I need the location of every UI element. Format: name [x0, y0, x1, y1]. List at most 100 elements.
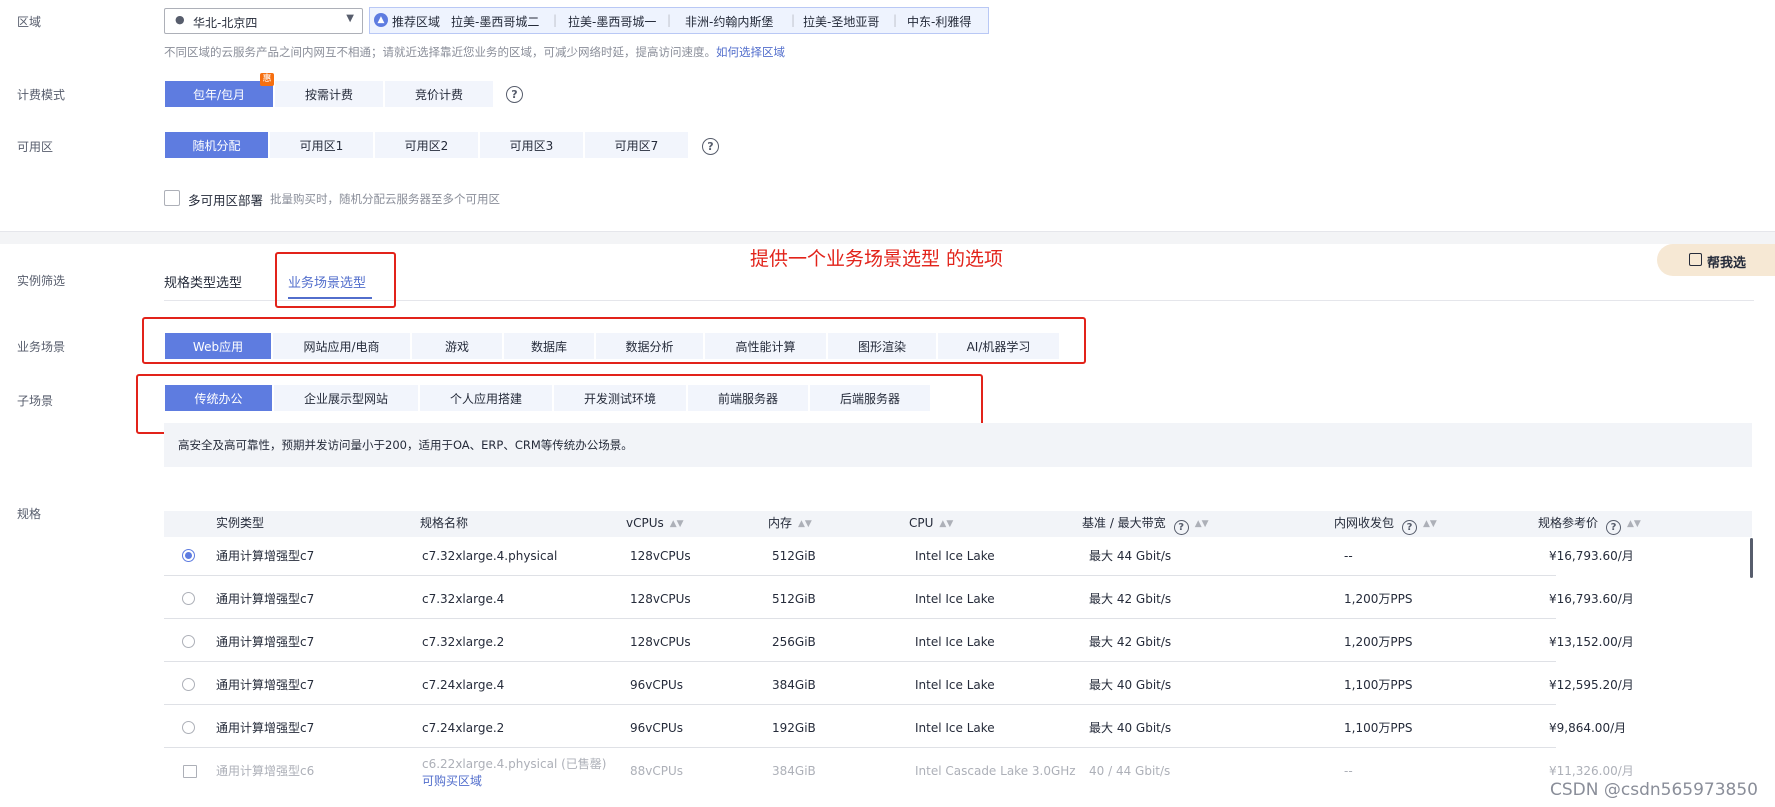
scenario-label: 业务场景: [17, 340, 66, 354]
sort-icon[interactable]: ▲▼: [670, 512, 684, 536]
recommended-regions-bar: ▲ 推荐区域 拉美-墨西哥城二 | 拉美-墨西哥城一 | 非洲-约翰内斯堡 | …: [369, 7, 989, 34]
help-me-choose-label: 帮我选: [1707, 256, 1747, 271]
cell-name: c7.24xlarge.2: [422, 721, 505, 735]
cell-vcpus: 128vCPUs: [630, 592, 691, 606]
sort-icon[interactable]: ▲▼: [1423, 512, 1437, 536]
divider: |: [893, 13, 898, 27]
multi-az-hint: 批量购买时，随机分配云服务器至多个可用区: [270, 192, 500, 206]
sort-icon[interactable]: ▲▼: [798, 512, 812, 536]
sort-icon[interactable]: ▲▼: [1627, 512, 1641, 536]
cell-cpu: Intel Ice Lake: [915, 721, 995, 735]
az-help-icon[interactable]: ?: [702, 138, 719, 155]
col-memory-label: 内存: [768, 516, 793, 530]
cell-type: 通用计算增强型c7: [216, 592, 315, 606]
cell-pps: 1,200万PPS: [1344, 635, 1413, 649]
sort-icon[interactable]: ▲▼: [939, 512, 953, 536]
cell-price: ¥12,595.20/月: [1549, 678, 1634, 692]
cell-memory: 512GiB: [772, 592, 816, 606]
cell-cpu: Intel Ice Lake: [915, 592, 995, 606]
region-label: 区域: [17, 15, 42, 29]
recommended-region-4[interactable]: 拉美-圣地亚哥: [803, 13, 879, 30]
multi-az-checkbox[interactable]: [164, 190, 180, 206]
divider: |: [553, 13, 558, 27]
cell-bandwidth: 最大 42 Gbit/s: [1089, 635, 1172, 649]
billing-on-demand-button[interactable]: 按需计费: [274, 80, 384, 108]
watermark: CSDN @csdn565973850: [1550, 780, 1758, 800]
cell-memory: 384GiB: [772, 764, 816, 778]
cell-bandwidth: 最大 42 Gbit/s: [1089, 592, 1172, 606]
cell-memory: 192GiB: [772, 721, 816, 735]
recommend-label: 推荐区域: [392, 15, 441, 29]
table-row[interactable]: 通用计算增强型c7 c7.24xlarge.4 96vCPUs 384GiB I…: [164, 666, 1634, 705]
tab-baseline: [164, 300, 1754, 301]
cell-vcpus: 96vCPUs: [630, 721, 684, 735]
help-icon[interactable]: ?: [1606, 520, 1622, 535]
billing-spot-button[interactable]: 竞价计费: [384, 80, 494, 108]
cell-memory: 384GiB: [772, 678, 816, 692]
billing-yearly-monthly-button[interactable]: 包年/包月: [164, 80, 274, 108]
cell-price: ¥16,793.60/月: [1549, 592, 1634, 606]
region-hint-text: 不同区域的云服务产品之间内网互不相通；请就近选择靠近您业务的区域，可减少网络时延…: [164, 45, 716, 59]
sort-icon[interactable]: ▲▼: [1195, 512, 1209, 536]
region-select[interactable]: ● 华北-北京四 ▼: [164, 8, 363, 34]
az-7-button[interactable]: 可用区7: [584, 131, 689, 159]
cell-type: 通用计算增强型c7: [216, 635, 315, 649]
cell-vcpus: 88vCPUs: [630, 764, 684, 778]
az-2-button[interactable]: 可用区2: [374, 131, 479, 159]
multi-az-label: 多可用区部署: [188, 193, 264, 208]
col-pps[interactable]: 内网收发包? ▲▼: [1334, 511, 1437, 535]
table-header: 实例类型 规格名称 vCPUs ▲▼ 内存 ▲▼ CPU ▲▼ 基准 / 最大带宽? ▲…: [164, 511, 1752, 537]
row-radio[interactable]: [182, 635, 195, 648]
help-icon[interactable]: ?: [1402, 520, 1418, 535]
table-row[interactable]: 通用计算增强型c7 c7.32xlarge.2 128vCPUs 256GiB …: [164, 623, 1634, 662]
region-select-value: 华北-北京四: [193, 16, 258, 30]
recommended-region-5[interactable]: 中东-利雅得: [907, 13, 971, 30]
subscenario-description-text: 高安全及高可靠性，预期并发访问量小于200，适用于OA、ERP、CRM等传统办公…: [178, 438, 633, 452]
col-cpu[interactable]: CPU ▲▼: [909, 511, 953, 535]
az-options: 随机分配 可用区1 可用区2 可用区3 可用区7: [164, 131, 689, 159]
buy-region-link[interactable]: 可购买区域: [422, 773, 482, 789]
cell-memory: 512GiB: [772, 549, 816, 563]
table-row[interactable]: 通用计算增强型c7 c7.24xlarge.2 96vCPUs 192GiB I…: [164, 709, 1626, 748]
cell-type: 通用计算增强型c7: [216, 549, 315, 563]
col-price[interactable]: 规格参考价? ▲▼: [1538, 511, 1641, 535]
table-row[interactable]: 通用计算增强型c7 c7.32xlarge.4 128vCPUs 512GiB …: [164, 580, 1634, 619]
help-me-choose-button[interactable]: 帮我选: [1657, 244, 1775, 276]
col-bandwidth-label: 基准 / 最大带宽: [1082, 516, 1166, 530]
cell-vcpus: 128vCPUs: [630, 549, 691, 563]
cell-price: ¥9,864.00/月: [1549, 721, 1627, 735]
col-bandwidth[interactable]: 基准 / 最大带宽? ▲▼: [1082, 511, 1209, 535]
col-vcpus[interactable]: vCPUs ▲▼: [626, 511, 684, 535]
az-random-button[interactable]: 随机分配: [164, 131, 269, 159]
row-radio[interactable]: [182, 592, 195, 605]
cell-memory: 256GiB: [772, 635, 816, 649]
region-help-link[interactable]: 如何选择区域: [716, 45, 785, 59]
help-icon[interactable]: ?: [1173, 520, 1189, 535]
az-3-button[interactable]: 可用区3: [479, 131, 584, 159]
col-vcpus-label: vCPUs: [626, 516, 664, 530]
cell-pps: --: [1344, 764, 1353, 778]
row-radio[interactable]: [182, 549, 195, 562]
recommended-region-1[interactable]: 拉美-墨西哥城二: [451, 13, 539, 30]
col-spec-name-label: 规格名称: [420, 516, 469, 530]
cell-cpu: Intel Ice Lake: [915, 678, 995, 692]
region-hint: 不同区域的云服务产品之间内网互不相通；请就近选择靠近您业务的区域，可减少网络时延…: [164, 44, 785, 60]
cell-pps: --: [1344, 549, 1353, 563]
row-radio[interactable]: [182, 678, 195, 691]
table-row[interactable]: 通用计算增强型c7 c7.32xlarge.4.physical 128vCPU…: [164, 537, 1634, 576]
tab-spec-type[interactable]: 规格类型选型: [164, 272, 242, 291]
cell-pps: 1,200万PPS: [1344, 592, 1413, 606]
billing-help-icon[interactable]: ?: [506, 86, 523, 103]
cell-price: ¥16,793.60/月: [1549, 549, 1634, 563]
cell-name: c7.32xlarge.4: [422, 592, 505, 606]
cell-vcpus: 96vCPUs: [630, 678, 684, 692]
row-radio[interactable]: [182, 721, 195, 734]
cell-type: 通用计算增强型c6: [216, 764, 315, 778]
recommended-region-2[interactable]: 拉美-墨西哥城一: [568, 13, 656, 30]
table-scrollbar[interactable]: [1750, 538, 1753, 578]
cell-cpu: Intel Cascade Lake 3.0GHz: [915, 764, 1076, 778]
cell-bandwidth: 40 / 44 Gbit/s: [1089, 764, 1171, 778]
az-1-button[interactable]: 可用区1: [269, 131, 374, 159]
col-memory[interactable]: 内存 ▲▼: [768, 511, 812, 535]
recommended-region-3[interactable]: 非洲-约翰内斯堡: [685, 13, 773, 30]
